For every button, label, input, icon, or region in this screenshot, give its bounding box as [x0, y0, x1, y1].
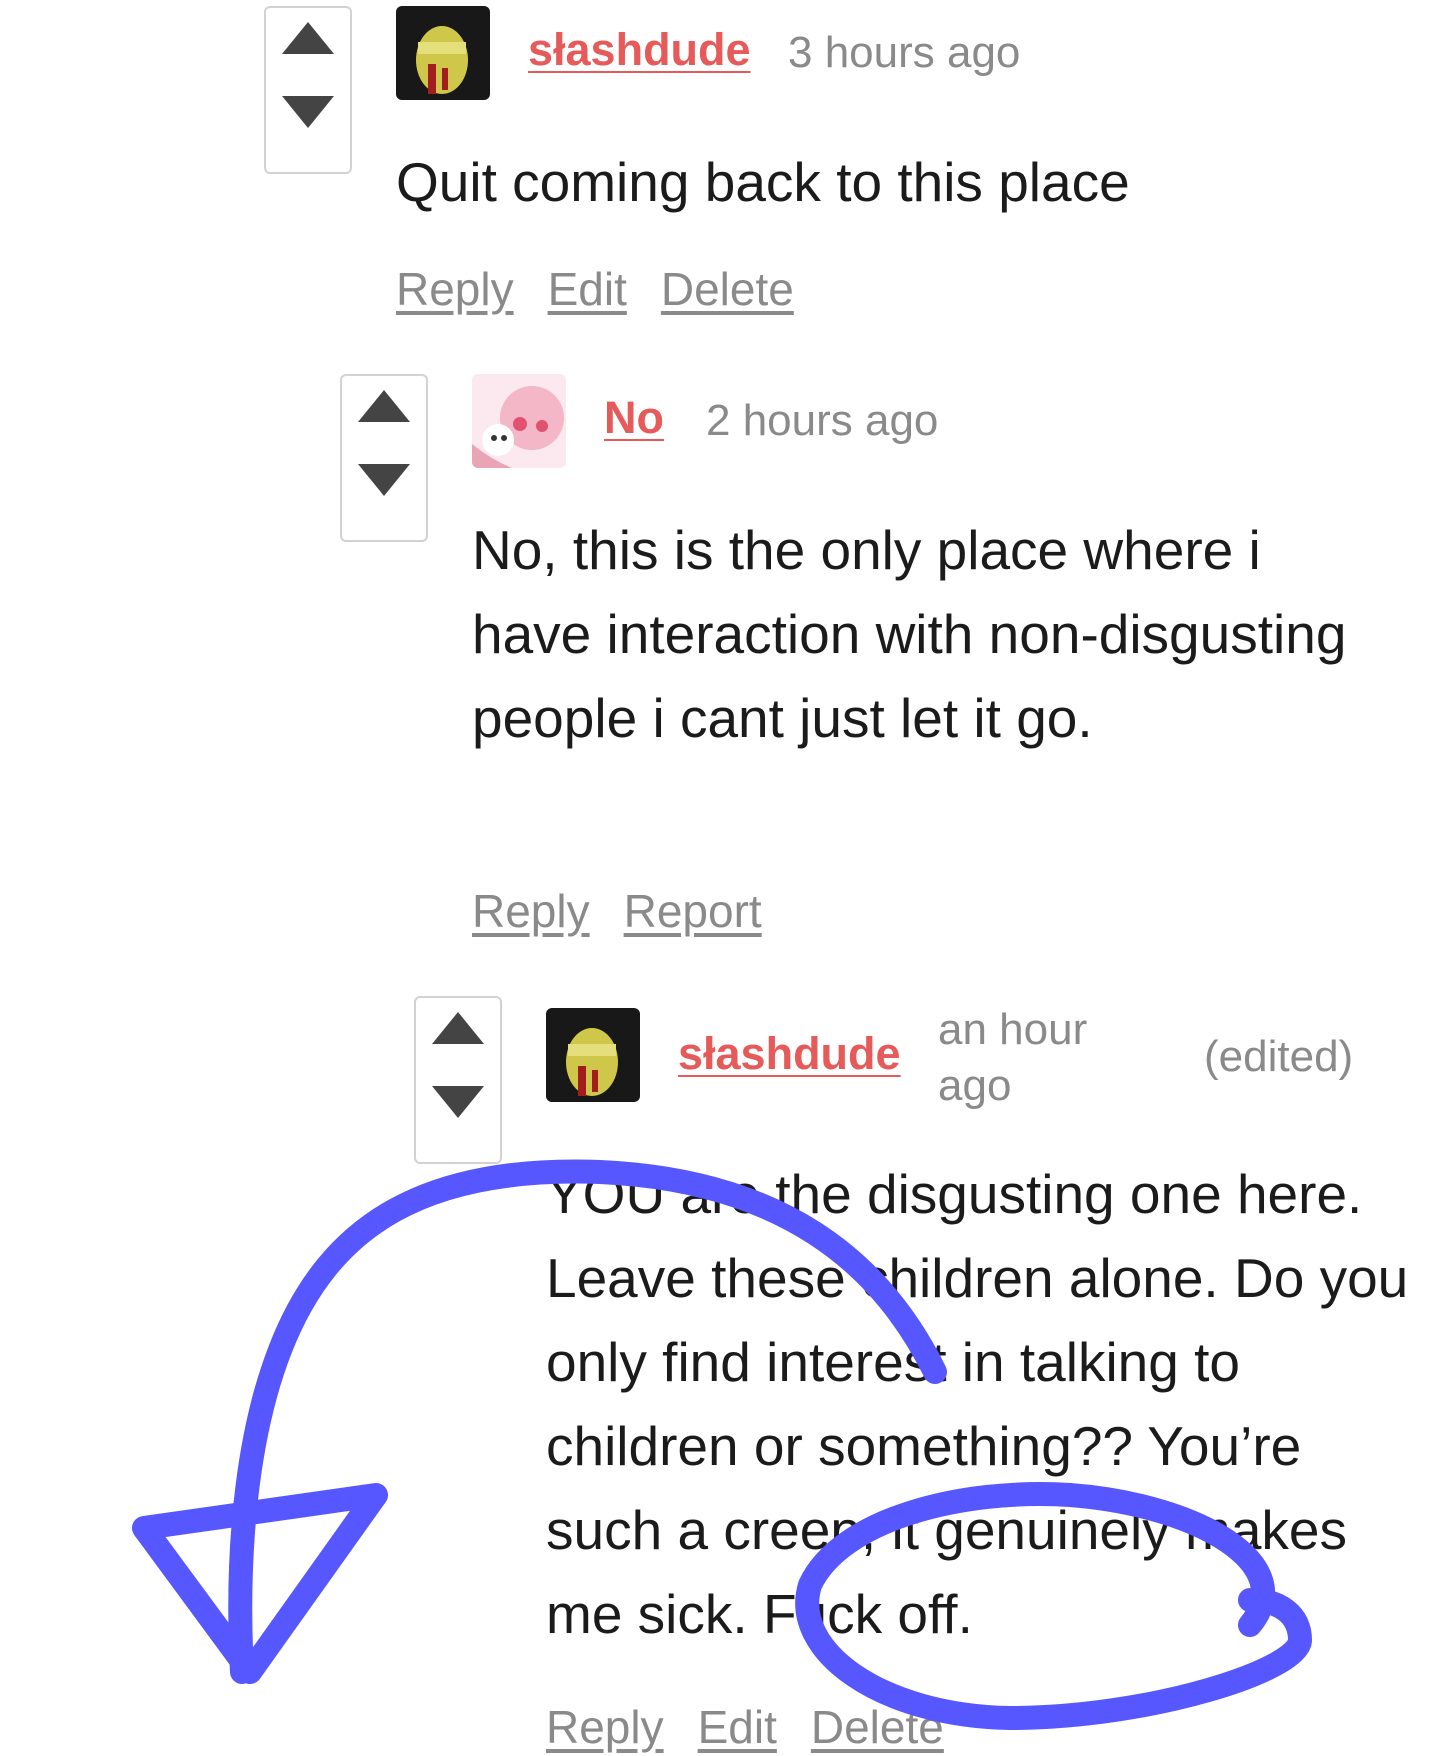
- arrowhead-icon: [132, 1483, 388, 1684]
- report-link[interactable]: Report: [624, 885, 762, 937]
- edit-link[interactable]: Edit: [698, 1701, 777, 1753]
- comment-actions: Reply Edit Delete: [396, 262, 828, 316]
- vote-box: [414, 996, 502, 1164]
- comment-text: No, this is the only place where i have …: [472, 519, 1347, 749]
- vote-box: [264, 6, 352, 174]
- edit-link[interactable]: Edit: [548, 263, 627, 315]
- edited-label: (edited): [1204, 1032, 1354, 1081]
- reply-link[interactable]: Reply: [396, 263, 514, 315]
- downvote-arrow-icon[interactable]: [416, 1084, 500, 1144]
- reply-link[interactable]: Reply: [546, 1701, 664, 1753]
- timestamp: 3 hours ago: [788, 28, 1021, 77]
- vote-box: [340, 374, 428, 542]
- upvote-arrow-icon[interactable]: [416, 1010, 500, 1070]
- username-link[interactable]: słashdude: [528, 24, 751, 76]
- reply-link[interactable]: Reply: [472, 885, 590, 937]
- timestamp: 2 hours ago: [706, 396, 939, 445]
- upvote-arrow-icon[interactable]: [342, 388, 426, 448]
- delete-link[interactable]: Delete: [661, 263, 794, 315]
- avatar[interactable]: [396, 6, 490, 100]
- downvote-arrow-icon[interactable]: [266, 94, 350, 154]
- username-link[interactable]: No: [604, 392, 664, 444]
- timestamp: an hour ago: [938, 1005, 1088, 1110]
- avatar[interactable]: [472, 374, 566, 468]
- comment-actions: Reply Report: [472, 884, 796, 938]
- comment-actions: Reply Edit Delete: [546, 1700, 978, 1754]
- comment-text: YOU are the disgusting one here. Leave t…: [546, 1163, 1409, 1645]
- avatar[interactable]: [546, 1008, 640, 1102]
- upvote-arrow-icon[interactable]: [266, 20, 350, 80]
- username-link[interactable]: słashdude: [678, 1028, 901, 1080]
- comment-text: Quit coming back to this place: [396, 151, 1130, 213]
- downvote-arrow-icon[interactable]: [342, 462, 426, 522]
- delete-link[interactable]: Delete: [811, 1701, 944, 1753]
